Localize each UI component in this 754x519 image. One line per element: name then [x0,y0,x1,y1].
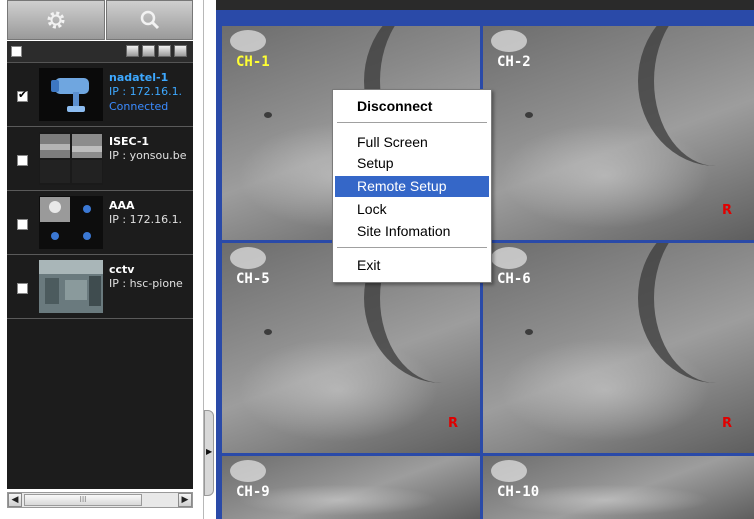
channel-cell-2[interactable]: CH-2 R [483,26,754,240]
site-name: cctv [109,263,135,276]
channel-label: CH-10 [497,484,540,500]
settings-button[interactable] [7,0,105,40]
horizontal-scrollbar[interactable]: ◀ III ▶ [7,492,193,508]
camera-thumbnail [39,132,103,185]
site-ip: IP : 172.16.1. [109,213,183,226]
search-button[interactable] [106,0,193,40]
feed-glow [230,30,266,52]
menu-separator [337,247,487,249]
feed-glow [491,460,527,482]
feed-spot [525,329,533,335]
feed-spot [264,329,272,335]
site-list-header [7,41,193,63]
edit-site-icon[interactable] [174,45,187,57]
search-icon [140,10,159,30]
grid-top-bar [216,0,754,10]
site-item-isec-1[interactable]: ISEC-1 IP : yonsou.be [7,127,193,191]
site-checkbox[interactable] [17,155,28,166]
feed-glow [491,247,527,269]
menu-item-exit[interactable]: Exit [335,255,489,276]
site-ip: IP : hsc-pione [109,277,183,290]
site-checkbox[interactable] [17,88,28,102]
feed-glow [491,30,527,52]
channel-cell-6[interactable]: CH-6 R [483,243,754,453]
channel-label: CH-2 [497,54,531,70]
site-item-nadatel-1[interactable]: nadatel-1 IP : 172.16.1. Connected [7,63,193,127]
menu-item-disconnect[interactable]: Disconnect [335,96,489,117]
site-ip: IP : yonsou.be [109,149,187,162]
menu-item-site-information[interactable]: Site Infomation [335,221,489,242]
channel-cell-9[interactable]: CH-9 [222,456,480,519]
site-name: AAA [109,199,135,212]
site-panel: nadatel-1 IP : 172.16.1. Connected ISEC-… [0,0,201,519]
feed-spot [264,112,272,118]
select-all-checkbox[interactable] [11,46,22,57]
scroll-left-button[interactable]: ◀ [8,493,22,507]
collapse-panel-handle[interactable]: ▶ [204,410,214,496]
menu-item-lock[interactable]: Lock [335,199,489,220]
site-checkbox[interactable] [17,283,28,294]
recording-indicator: R [721,416,732,431]
site-ip: IP : 172.16.1. [109,85,183,98]
menu-item-remote-setup[interactable]: Remote Setup [335,176,489,197]
connection-status: Connected [109,100,169,113]
add-site-icon[interactable] [142,45,155,57]
feed-glow [230,460,266,482]
camera-thumbnail [39,196,103,249]
channel-label: CH-6 [497,271,531,287]
factory-view-thumbnail-icon [39,260,103,313]
site-name: ISEC-1 [109,135,150,148]
menu-item-full-screen[interactable]: Full Screen [335,132,489,153]
channel-cell-10[interactable]: CH-10 [483,456,754,519]
site-name: nadatel-1 [109,71,169,84]
recording-indicator: R [447,416,458,431]
group-icon[interactable] [126,45,139,57]
menu-separator [337,122,487,124]
feed-glow [230,247,266,269]
collapse-arrow-icon: ▶ [206,447,213,456]
delete-site-icon[interactable] [158,45,171,57]
channel-label: CH-9 [236,484,270,500]
site-item-cctv[interactable]: cctv IP : hsc-pione [7,255,193,319]
site-checkbox[interactable] [17,219,28,230]
camera-thumbnail [39,68,103,121]
channel-label: CH-5 [236,271,270,287]
feed-spot [525,112,533,118]
site-list: nadatel-1 IP : 172.16.1. Connected ISEC-… [7,63,193,489]
site-item-aaa[interactable]: AAA IP : 172.16.1. [7,191,193,255]
menu-item-setup[interactable]: Setup [335,153,489,174]
channel-label: CH-1 [236,54,270,70]
recording-indicator: R [721,203,732,218]
scroll-thumb[interactable]: III [24,494,142,506]
street-view-thumbnail-icon [39,132,103,185]
channel-context-menu: Disconnect Full Screen Setup Remote Setu… [332,89,492,283]
camera-grid-icon [39,196,103,249]
camera-thumbnail [39,260,103,313]
gear-icon [47,11,65,29]
scroll-right-button[interactable]: ▶ [178,493,192,507]
camera-icon [39,68,103,121]
